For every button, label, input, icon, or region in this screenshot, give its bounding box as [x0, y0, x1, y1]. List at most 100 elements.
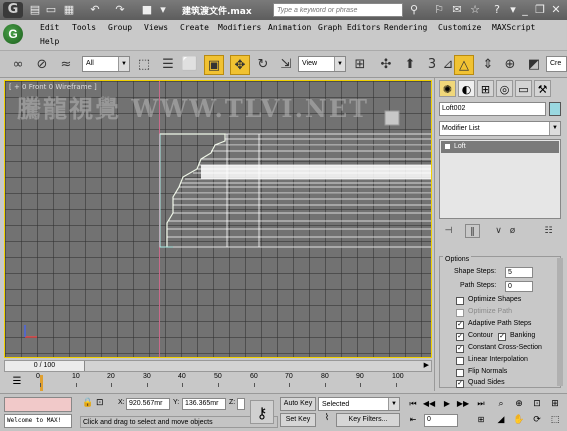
communication-center-icon[interactable]: ✉ — [450, 3, 464, 17]
pan-view-icon[interactable]: ✋ — [512, 413, 526, 427]
reference-coordinate-dropdown[interactable]: View ▼ — [298, 56, 346, 72]
time-slider[interactable]: 0 / 100 ▶ — [4, 360, 432, 372]
set-key-mode-icon[interactable]: ⚷ — [250, 400, 274, 424]
menu-animation[interactable]: Animation — [268, 23, 311, 32]
x-coord-field[interactable]: 920.567mr — [126, 398, 170, 410]
motion-tab-icon[interactable]: ◎ — [496, 80, 513, 97]
menu-edit[interactable]: Edit — [40, 23, 59, 32]
zoom-all-icon[interactable]: ⊕ — [512, 397, 526, 411]
save-file-icon[interactable]: ■ — [140, 3, 154, 17]
menu-views[interactable]: Views — [144, 23, 168, 32]
max-logo-icon[interactable]: G — [3, 24, 23, 44]
spinner-snap-icon[interactable]: ⇕ — [478, 55, 498, 75]
dropdown-icon[interactable]: ▾ — [156, 3, 170, 17]
next-frame-icon[interactable]: ▶▶ — [456, 397, 470, 411]
menu-group[interactable]: Group — [108, 23, 132, 32]
project-folder-icon[interactable]: ▦ — [62, 3, 76, 17]
redo-icon[interactable]: ↷ — [113, 3, 127, 17]
shape-steps-spinner[interactable]: 5 — [505, 267, 533, 278]
linear-interpolation-checkbox[interactable] — [456, 357, 464, 365]
bind-space-warp-icon[interactable]: ≈ — [56, 55, 76, 75]
mini-curve-editor-icon[interactable]: ☰ — [8, 376, 26, 390]
current-frame-field[interactable]: 0 — [424, 414, 458, 427]
subscription-icon[interactable]: ⚐ — [432, 3, 446, 17]
binoculars-icon[interactable]: ⚲ — [407, 3, 421, 17]
select-and-scale-icon[interactable]: ⇲ — [276, 55, 296, 75]
minimize-icon[interactable]: _ — [518, 3, 532, 17]
search-input[interactable] — [274, 4, 402, 16]
menu-maxscript[interactable]: MAXScript — [492, 23, 535, 32]
front-viewport[interactable]: [ + 0 Front 0 Wireframe ] 騰龍視覺 WWW.TLVI.… — [4, 80, 432, 358]
maximize-viewport-icon[interactable]: ⬚ — [548, 413, 562, 427]
named-selection-set-input[interactable]: Cre — [546, 56, 567, 72]
modifier-list-dropdown[interactable]: Modifier List ▼ — [439, 121, 561, 136]
mirror-icon[interactable]: ◩ — [524, 55, 544, 75]
select-manipulate-icon[interactable]: ✣ — [376, 55, 396, 75]
pin-stack-icon[interactable]: ⊣ — [441, 224, 456, 238]
window-crossing-icon[interactable]: ▣ — [204, 55, 224, 75]
hierarchy-tab-icon[interactable]: ⊞ — [477, 80, 494, 97]
edit-named-selection-icon[interactable]: ⊕ — [500, 55, 520, 75]
flip-normals-checkbox[interactable] — [456, 369, 464, 377]
object-name-field[interactable]: Loft002 — [439, 102, 546, 116]
search-box[interactable] — [273, 3, 403, 17]
select-and-rotate-icon[interactable]: ↻ — [253, 55, 273, 75]
remove-modifier-icon[interactable]: ø — [505, 224, 520, 238]
select-and-link-icon[interactable]: ∞ — [8, 55, 28, 75]
menu-graph-editors[interactable]: Graph Editors — [318, 23, 381, 32]
save-icon[interactable]: ▭ — [44, 3, 58, 17]
time-slider-next-icon[interactable]: ▶ — [424, 361, 429, 369]
menu-modifiers[interactable]: Modifiers — [218, 23, 261, 32]
restore-icon[interactable]: ❐ — [533, 3, 547, 17]
banking-checkbox[interactable]: ✓ — [498, 333, 506, 341]
modify-tab-icon[interactable]: ◐ — [458, 80, 475, 97]
go-to-end-icon[interactable]: ⏭ — [474, 397, 488, 411]
zoom-extents-all-icon[interactable]: ⊞ — [548, 397, 562, 411]
zoom-icon[interactable]: ⌕ — [494, 397, 508, 411]
unlink-icon[interactable]: ⊘ — [32, 55, 52, 75]
menu-help[interactable]: Help — [40, 37, 59, 46]
menu-customize[interactable]: Customize — [438, 23, 481, 32]
maxscript-listener-output[interactable]: Welcome to MAX! — [4, 414, 72, 428]
select-object-icon[interactable]: ⬚ — [134, 55, 154, 75]
time-configuration-icon[interactable]: ⊞ — [474, 413, 488, 427]
time-slider-thumb[interactable]: 0 / 100 — [5, 361, 85, 371]
z-coord-field[interactable] — [237, 398, 245, 410]
contour-checkbox[interactable]: ✓ — [456, 333, 464, 341]
absolute-mode-icon[interactable]: ⊡ — [96, 398, 104, 408]
help-icon[interactable]: ? — [490, 3, 504, 17]
snaps-toggle-icon[interactable]: 3 — [426, 55, 438, 75]
app-logo-icon[interactable]: G — [3, 2, 23, 18]
show-end-result-icon[interactable]: ‖ — [465, 224, 480, 238]
configure-modifier-sets-icon[interactable]: ☷ — [541, 224, 556, 238]
track-bar[interactable]: ☰ 0 10 20 30 40 50 60 70 80 90 100 — [0, 373, 432, 393]
path-steps-spinner[interactable]: 0 — [505, 281, 533, 292]
menu-create[interactable]: Create — [180, 23, 209, 32]
rollout-title[interactable]: Options — [443, 256, 472, 263]
favorites-icon[interactable]: ☆ — [468, 3, 482, 17]
utilities-tab-icon[interactable]: ⚒ — [534, 80, 551, 97]
key-mode-toggle-icon[interactable]: ⇤ — [406, 413, 420, 427]
selection-filter-dropdown[interactable]: All ▼ — [82, 56, 130, 72]
auto-key-button[interactable]: Auto Key — [280, 397, 316, 411]
optimize-path-checkbox[interactable] — [456, 309, 464, 317]
select-and-move-icon[interactable]: ✥ — [230, 55, 250, 75]
close-icon[interactable]: ✕ — [549, 3, 563, 17]
select-by-name-icon[interactable]: ☰ — [158, 55, 178, 75]
field-of-view-icon[interactable]: ◢ — [494, 413, 508, 427]
zoom-extents-icon[interactable]: ⊡ — [530, 397, 544, 411]
command-panel-scrollbar[interactable] — [557, 258, 563, 386]
menu-rendering[interactable]: Rendering — [384, 23, 427, 32]
object-color-swatch[interactable] — [549, 102, 561, 116]
create-tab-icon[interactable]: ✺ — [439, 80, 456, 97]
orbit-icon[interactable]: ⟳ — [530, 413, 544, 427]
lock-selection-icon[interactable]: 🔒 — [82, 398, 93, 408]
constant-cross-section-checkbox[interactable]: ✓ — [456, 345, 464, 353]
previous-frame-icon[interactable]: ◀◀ — [422, 397, 436, 411]
optimize-shapes-checkbox[interactable] — [456, 297, 464, 305]
play-icon[interactable]: ▶ — [440, 397, 454, 411]
maxscript-listener[interactable] — [4, 397, 72, 412]
y-coord-field[interactable]: 136.365mr — [182, 398, 226, 410]
pivot-center-icon[interactable]: ⊞ — [350, 55, 370, 75]
rectangular-selection-icon[interactable]: ⬜ — [180, 55, 200, 75]
